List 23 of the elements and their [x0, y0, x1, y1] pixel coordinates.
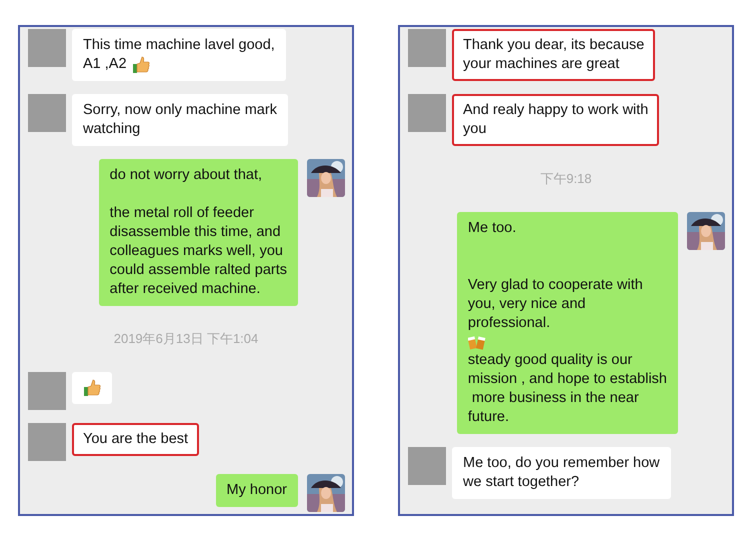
- message-text: do not worry about that, the metal roll of feeder disassemble this time, and colleagues marks well, you could assemble ralted parts after received machine.: [110, 166, 287, 299]
- message-text: steady good quality is our mission , and hope to establish more business in the near future.: [468, 350, 667, 426]
- avatar: [408, 446, 446, 484]
- message-text: And realy happy to work with you: [463, 101, 648, 139]
- message-text: Thank you dear, its because your machines are great: [463, 36, 644, 74]
- avatar: [28, 29, 66, 67]
- message-text: Me too. Very glad to cooperate with you, very nice and professional.: [468, 218, 643, 332]
- message-text: A1 ,A2: [83, 55, 127, 74]
- thumbs-up-icon: [83, 378, 101, 396]
- avatar: [28, 372, 66, 410]
- timestamp: 2019年6月13日 下午1:04: [114, 330, 258, 348]
- avatar: [408, 94, 446, 132]
- avatar: [28, 94, 66, 132]
- avatar: [408, 29, 446, 67]
- avatar: [28, 422, 66, 460]
- message-text: This time machine lavel good,: [83, 36, 275, 55]
- message-text: My honor: [226, 480, 287, 500]
- message-text: Me too, do you remember how we start together?: [463, 454, 660, 492]
- thumbs-up-icon: [132, 56, 150, 74]
- message-text: Sorry, now only machine mark watching: [83, 101, 277, 139]
- timestamp: 下午9:18: [540, 170, 592, 188]
- message-text: You are the best: [83, 430, 188, 448]
- beer-mugs-icon: [468, 334, 486, 350]
